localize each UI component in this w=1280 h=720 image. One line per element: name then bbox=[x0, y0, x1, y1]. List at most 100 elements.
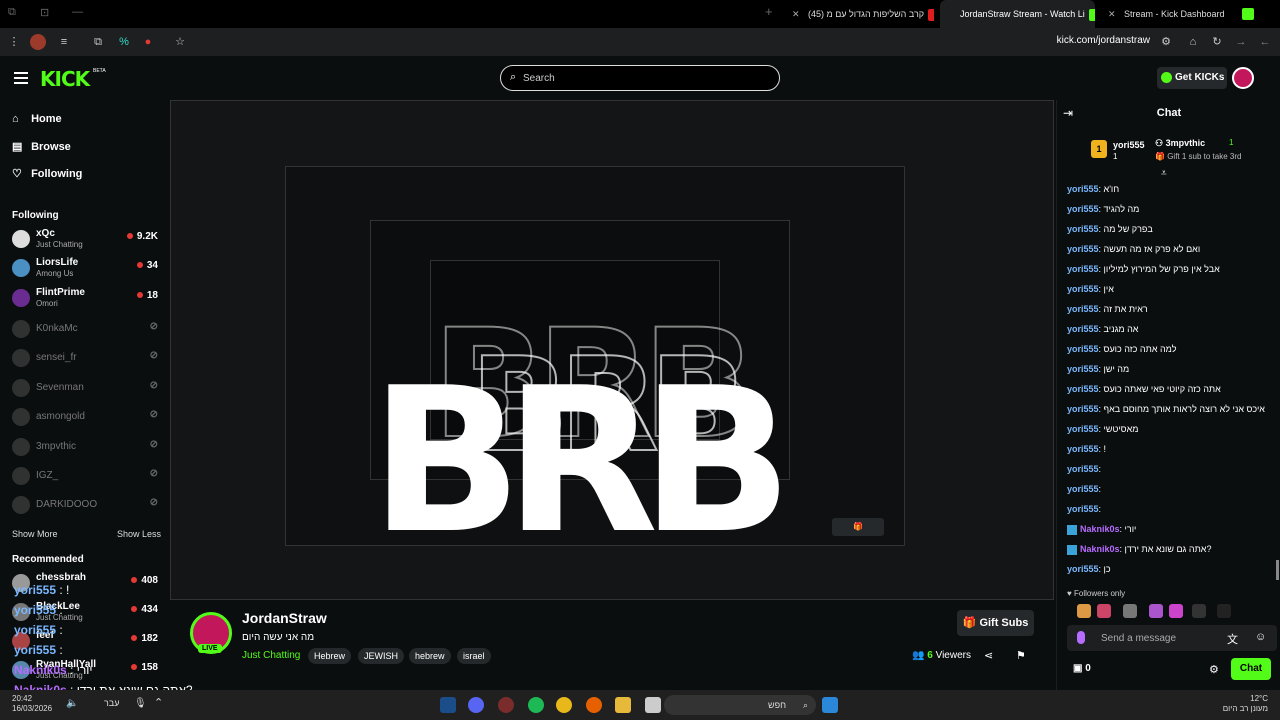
forward-icon[interactable]: → bbox=[1233, 34, 1249, 50]
chat-username[interactable]: yori555 bbox=[1067, 244, 1099, 254]
kick-logo[interactable]: KICK bbox=[40, 67, 90, 91]
sidebar-channel-asmongold[interactable]: asmongold ⊘ bbox=[12, 406, 162, 430]
chat-username[interactable]: yori555 bbox=[1067, 184, 1099, 194]
chat-username[interactable]: Naknik0s bbox=[1080, 544, 1120, 554]
mic-icon[interactable] bbox=[1077, 631, 1085, 644]
page-scrollbar[interactable] bbox=[1276, 560, 1279, 580]
chat-username[interactable]: yori555 bbox=[1067, 304, 1099, 314]
back-icon[interactable]: ← bbox=[1257, 34, 1273, 50]
window-minimize-icon[interactable]: — bbox=[72, 6, 83, 18]
reload-icon[interactable]: ↻ bbox=[1209, 34, 1225, 50]
extension-icon[interactable]: ● bbox=[140, 34, 156, 50]
tab-dashboard[interactable]: ✕ Stream - Kick Dashboard bbox=[1100, 0, 1250, 28]
top-gifter-name[interactable]: yori555 bbox=[1113, 140, 1145, 150]
tab-youtube[interactable]: ✕ קרב השליפות הגדול עם מ (45) bbox=[784, 0, 934, 28]
extensions-icon[interactable]: ⧉ bbox=[90, 34, 106, 50]
windows-start-icon[interactable] bbox=[822, 697, 838, 713]
chat-username[interactable]: yori555 bbox=[1067, 384, 1099, 394]
obs-icon[interactable] bbox=[498, 697, 514, 713]
chat-username[interactable]: yori555 bbox=[1067, 264, 1099, 274]
gift-subs-button[interactable]: 🎁 Gift Subs bbox=[957, 610, 1034, 636]
file-explorer-icon[interactable] bbox=[615, 697, 631, 713]
video-player[interactable]: BRB BRB BRB 🎁 bbox=[170, 100, 1054, 600]
chat-username[interactable]: yori555 bbox=[1067, 424, 1099, 434]
home-icon[interactable]: ⌂ bbox=[1185, 34, 1201, 50]
show-more-button[interactable]: Show More bbox=[12, 529, 58, 539]
chat-username[interactable]: yori555 bbox=[1067, 444, 1099, 454]
spotify-icon[interactable] bbox=[528, 697, 544, 713]
show-less-button[interactable]: Show Less bbox=[117, 529, 161, 539]
close-icon[interactable]: ✕ bbox=[1108, 0, 1118, 28]
tag-israel[interactable]: israel bbox=[457, 648, 491, 664]
chrome-icon[interactable] bbox=[556, 697, 572, 713]
chat-username[interactable]: yori555 bbox=[1067, 464, 1099, 474]
taskbar-search[interactable]: חפש ⌕ bbox=[664, 695, 816, 715]
close-icon[interactable]: ✕ bbox=[792, 0, 802, 28]
steam-icon[interactable] bbox=[440, 697, 456, 713]
sidebar-channel-sevenman[interactable]: Sevenman ⊘ bbox=[12, 377, 162, 401]
taskbar-weather[interactable]: 12°C מעונן רב היום bbox=[1223, 694, 1268, 714]
sidebar-channel-igz[interactable]: IGZ_ ⊘ bbox=[12, 465, 162, 489]
sidebar-channel-sensei[interactable]: sensei_fr ⊘ bbox=[12, 347, 162, 371]
language-indicator[interactable]: עבר bbox=[104, 698, 119, 708]
sidebar-channel-xqc[interactable]: xQc Just Chatting 9.2K bbox=[12, 228, 162, 252]
follow-user-icon[interactable]: ⚑ bbox=[1016, 649, 1026, 662]
firefox-icon[interactable] bbox=[586, 697, 602, 713]
bookmark-star-icon[interactable]: ☆ bbox=[172, 34, 188, 50]
window-menu-icon[interactable]: ⧉ bbox=[8, 6, 16, 19]
get-kicks-button[interactable]: Get KICKs bbox=[1157, 67, 1227, 89]
emote-icon[interactable] bbox=[1097, 604, 1111, 618]
menu-icon[interactable] bbox=[14, 72, 28, 84]
chat-username[interactable]: yori555 bbox=[1067, 204, 1099, 214]
emote-icon[interactable] bbox=[1192, 604, 1206, 618]
stream-category[interactable]: Just Chatting bbox=[242, 650, 300, 661]
channel-name[interactable]: JordanStraw bbox=[242, 610, 327, 626]
new-tab-icon[interactable]: + bbox=[765, 4, 773, 19]
extension-icon[interactable] bbox=[30, 34, 46, 50]
url-field[interactable]: kick.com/jordanstraw bbox=[1057, 35, 1150, 46]
chat-send-button[interactable]: Chat bbox=[1231, 658, 1271, 680]
emote-icon[interactable] bbox=[1123, 604, 1137, 618]
emote-icon[interactable] bbox=[1217, 604, 1231, 618]
collapse-chat-icon[interactable]: ⇥ bbox=[1063, 106, 1073, 120]
chat-username[interactable]: yori555 bbox=[1067, 364, 1099, 374]
sidebar-channel-liorslife[interactable]: LiorsLife Among Us 34 bbox=[12, 257, 162, 281]
chat-username[interactable]: Naknik0s bbox=[1080, 524, 1120, 534]
emoji-icon[interactable]: ☺ bbox=[1255, 631, 1266, 643]
chat-username[interactable]: yori555 bbox=[1067, 284, 1099, 294]
share-icon[interactable]: ⋖ bbox=[984, 649, 993, 662]
emote-icon[interactable] bbox=[1077, 604, 1091, 618]
sidebar-channel-k0nkamc[interactable]: K0nkaMc ⊘ bbox=[12, 318, 162, 342]
browser-menu-icon[interactable]: ⋮ bbox=[6, 34, 22, 50]
sidebar-channel-flintprime[interactable]: FlintPrime Omori 18 bbox=[12, 287, 162, 311]
tag-hebrew[interactable]: Hebrew bbox=[308, 648, 352, 664]
emote-icon[interactable] bbox=[1149, 604, 1163, 618]
gifter-2[interactable]: ⚇ 3mpvthic bbox=[1155, 138, 1205, 149]
tag-jewish[interactable]: JEWISH bbox=[358, 648, 405, 664]
site-settings-icon[interactable]: ⚙ bbox=[1158, 34, 1174, 50]
extension-icon[interactable]: % bbox=[116, 34, 132, 50]
tray-chevron-icon[interactable]: ⌃ bbox=[154, 696, 163, 709]
search-input[interactable]: ⌕ Search bbox=[500, 65, 780, 91]
tab-jordanstraw[interactable]: JordanStraw Stream - Watch Li bbox=[940, 0, 1095, 28]
nav-browse[interactable]: ▤ Browse bbox=[12, 140, 71, 153]
playlist-icon[interactable]: ≡ bbox=[56, 34, 72, 50]
sidebar-channel-darkidooo[interactable]: DARKIDOOO ⊘ bbox=[12, 494, 162, 518]
speaker-icon[interactable]: 🔈 bbox=[66, 698, 78, 709]
tag-hebrew-lower[interactable]: hebrew bbox=[409, 648, 451, 664]
chat-username[interactable]: yori555 bbox=[1067, 344, 1099, 354]
expand-icon[interactable]: ⩡ bbox=[1161, 168, 1167, 179]
chat-username[interactable]: yori555 bbox=[1067, 564, 1099, 574]
mic-icon[interactable]: 🎙 bbox=[134, 698, 147, 709]
tab-search-icon[interactable]: ⊡ bbox=[40, 6, 49, 19]
user-avatar[interactable] bbox=[1232, 67, 1254, 89]
chat-username[interactable]: yori555 bbox=[1067, 404, 1099, 414]
chat-username[interactable]: yori555 bbox=[1067, 484, 1099, 494]
chat-message-input[interactable]: Send a message 文 ☺ bbox=[1067, 625, 1277, 651]
nav-home[interactable]: ⌂ Home bbox=[12, 113, 62, 125]
app-icon[interactable] bbox=[645, 697, 661, 713]
chat-username[interactable]: yori555 bbox=[1067, 324, 1099, 334]
sidebar-channel-3mpvthic[interactable]: 3mpvthic ⊘ bbox=[12, 436, 162, 460]
emote-icon[interactable] bbox=[1169, 604, 1183, 618]
translate-icon[interactable]: 文 bbox=[1227, 631, 1238, 647]
